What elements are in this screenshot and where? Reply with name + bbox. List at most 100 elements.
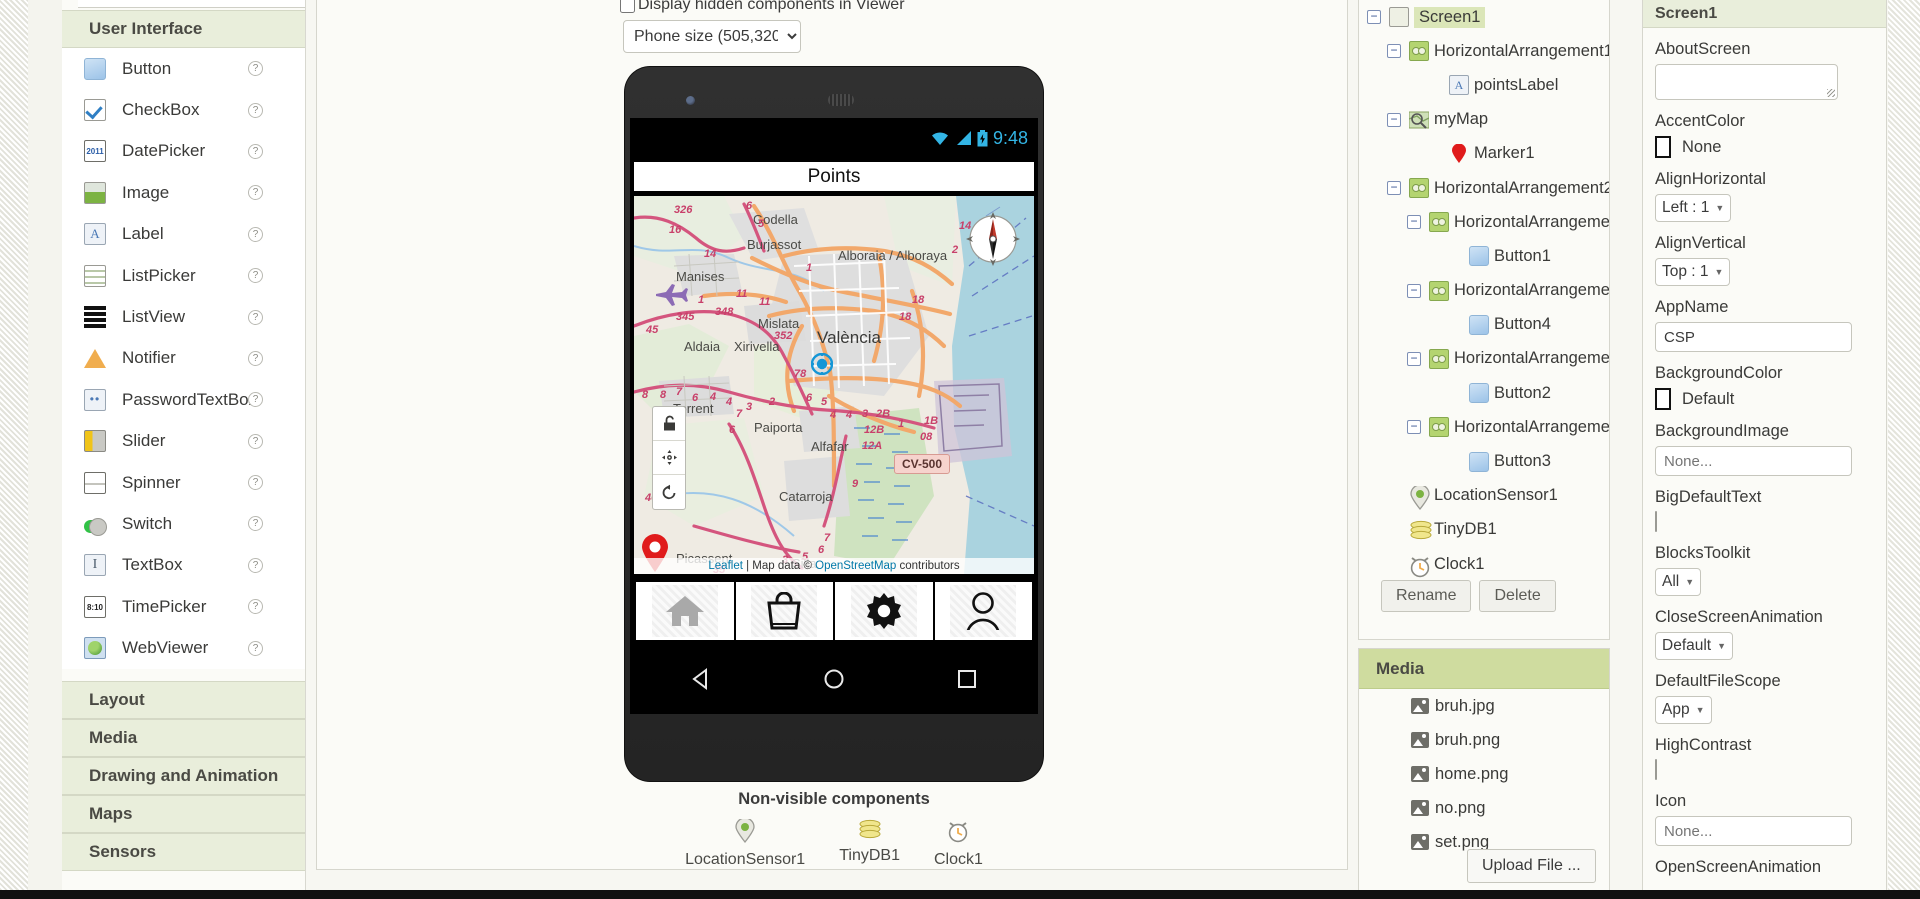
- recents-square-icon[interactable]: [956, 668, 978, 690]
- tree-toggle-icon[interactable]: −: [1387, 112, 1401, 127]
- color-swatch[interactable]: [1655, 388, 1671, 410]
- map-component[interactable]: Godella Burjassot Alboraia / Alboraya Manis…: [634, 196, 1034, 574]
- lock-icon[interactable]: [653, 407, 685, 441]
- leaflet-link[interactable]: Leaflet: [708, 560, 743, 572]
- palette-item-slider[interactable]: Slider?: [62, 421, 305, 462]
- tree-node-horizontalarrangement2[interactable]: − HorizontalArrangement2: [1359, 171, 1609, 205]
- help-icon[interactable]: ?: [248, 392, 263, 408]
- media-file-home-png[interactable]: home.png: [1359, 757, 1609, 791]
- tree-node-button2[interactable]: Button2: [1359, 376, 1609, 410]
- palette-section-maps[interactable]: Maps: [62, 795, 305, 833]
- help-icon[interactable]: ?: [248, 516, 263, 532]
- media-file-no-png[interactable]: no.png: [1359, 791, 1609, 825]
- palette-item-timepicker[interactable]: 8:10 TimePicker?: [62, 586, 305, 627]
- property-input[interactable]: [1655, 816, 1852, 846]
- tree-node-horizontalarrangemen[interactable]: − HorizontalArrangemen: [1359, 342, 1609, 376]
- tree-toggle-icon[interactable]: −: [1407, 283, 1421, 298]
- media-file-bruh-jpg[interactable]: bruh.jpg: [1359, 689, 1609, 723]
- profile-button[interactable]: [934, 582, 1032, 640]
- help-icon[interactable]: ?: [248, 143, 263, 159]
- tree-toggle-icon[interactable]: −: [1387, 44, 1401, 59]
- display-hidden-components-row[interactable]: Display hidden components in Viewer: [620, 0, 905, 14]
- back-icon[interactable]: [690, 668, 712, 690]
- property-input[interactable]: [1655, 322, 1852, 352]
- property-textarea[interactable]: [1655, 64, 1838, 100]
- help-icon[interactable]: ?: [248, 433, 263, 449]
- palette-section-media[interactable]: Media: [62, 719, 305, 757]
- palette-item-button[interactable]: Button?: [62, 48, 305, 89]
- property-select[interactable]: Top : 1 ▼: [1655, 258, 1731, 286]
- tree-node-tinydb1[interactable]: TinyDB1: [1359, 513, 1609, 547]
- media-file-bruh-png[interactable]: bruh.png: [1359, 723, 1609, 757]
- tree-toggle-icon[interactable]: −: [1387, 181, 1401, 196]
- reset-icon[interactable]: [653, 475, 685, 509]
- help-icon[interactable]: ?: [248, 475, 263, 491]
- tree-node-clock1[interactable]: Clock1: [1359, 547, 1609, 581]
- tree-node-screen1[interactable]: − Screen1: [1359, 0, 1609, 34]
- pan-icon[interactable]: [653, 441, 685, 475]
- tree-node-horizontalarrangemen[interactable]: − HorizontalArrangemen: [1359, 205, 1609, 239]
- tree-node-pointslabel[interactable]: ApointsLabel: [1359, 68, 1609, 102]
- property-checkbox[interactable]: [1655, 759, 1657, 780]
- non-visible-item-clock1[interactable]: Clock1: [934, 819, 983, 869]
- palette-item-passwordtextbox[interactable]: •• PasswordTextBox?: [62, 379, 305, 420]
- tree-toggle-icon[interactable]: −: [1367, 10, 1381, 25]
- home-circle-icon[interactable]: [823, 668, 845, 690]
- rename-button[interactable]: Rename: [1381, 580, 1472, 612]
- openstreetmap-link[interactable]: OpenStreetMap: [815, 560, 896, 572]
- tree-toggle-icon[interactable]: −: [1407, 215, 1421, 230]
- help-icon[interactable]: ?: [248, 557, 263, 573]
- color-swatch[interactable]: [1655, 136, 1671, 158]
- tree-node-locationsensor1[interactable]: LocationSensor1: [1359, 479, 1609, 513]
- palette-item-label[interactable]: A Label?: [62, 214, 305, 255]
- tree-node-button1[interactable]: Button1: [1359, 239, 1609, 273]
- palette-item-image[interactable]: Image?: [62, 172, 305, 213]
- tree-node-horizontalarrangemen[interactable]: − HorizontalArrangemen: [1359, 274, 1609, 308]
- tree-node-horizontalarrangement1[interactable]: − HorizontalArrangement1: [1359, 34, 1609, 68]
- palette-item-checkbox[interactable]: CheckBox?: [62, 89, 305, 130]
- map-controls[interactable]: [652, 406, 686, 510]
- home-button[interactable]: [636, 582, 736, 640]
- settings-button[interactable]: [835, 582, 935, 640]
- help-icon[interactable]: ?: [248, 102, 263, 118]
- delete-button[interactable]: Delete: [1479, 580, 1556, 612]
- help-icon[interactable]: ?: [248, 350, 263, 366]
- tree-toggle-icon[interactable]: −: [1407, 420, 1421, 435]
- help-icon[interactable]: ?: [248, 599, 263, 615]
- property-input[interactable]: [1655, 446, 1852, 476]
- non-visible-item-locationsensor1[interactable]: LocationSensor1: [685, 817, 805, 869]
- palette-item-textbox[interactable]: I TextBox?: [62, 545, 305, 586]
- palette-section-user-interface[interactable]: User Interface: [62, 10, 305, 48]
- tree-toggle-icon[interactable]: −: [1407, 351, 1421, 366]
- palette-item-spinner[interactable]: Spinner?: [62, 462, 305, 503]
- non-visible-item-tinydb1[interactable]: TinyDB1: [839, 819, 900, 869]
- palette-item-listpicker[interactable]: ListPicker?: [62, 255, 305, 296]
- help-icon[interactable]: ?: [248, 185, 263, 201]
- palette-item-webviewer[interactable]: WebViewer?: [62, 627, 305, 668]
- tree-node-button3[interactable]: Button3: [1359, 444, 1609, 478]
- palette-item-listview[interactable]: ListView?: [62, 296, 305, 337]
- tree-node-mymap[interactable]: − myMap: [1359, 103, 1609, 137]
- property-select[interactable]: All ▼: [1655, 568, 1702, 596]
- tree-node-button4[interactable]: Button4: [1359, 308, 1609, 342]
- help-icon[interactable]: ?: [248, 61, 263, 77]
- property-select[interactable]: App ▼: [1655, 696, 1712, 724]
- help-icon[interactable]: ?: [248, 309, 263, 325]
- help-icon[interactable]: ?: [248, 268, 263, 284]
- property-checkbox[interactable]: [1655, 511, 1657, 532]
- viewer-size-select[interactable]: Phone size (505,320)Tablet size (675,480…: [623, 20, 801, 53]
- property-select[interactable]: Left : 1 ▼: [1655, 194, 1732, 222]
- tree-node-horizontalarrangemen[interactable]: − HorizontalArrangemen: [1359, 410, 1609, 444]
- palette-section-layout[interactable]: Layout: [62, 681, 305, 719]
- palette-item-notifier[interactable]: Notifier?: [62, 338, 305, 379]
- palette-section-sensors[interactable]: Sensors: [62, 833, 305, 871]
- help-icon[interactable]: ?: [248, 640, 263, 656]
- palette-item-switch[interactable]: Switch?: [62, 503, 305, 544]
- tree-node-marker1[interactable]: Marker1: [1359, 137, 1609, 171]
- palette-section-drawing-and-animation[interactable]: Drawing and Animation: [62, 757, 305, 795]
- compass-icon[interactable]: [964, 210, 1022, 268]
- help-icon[interactable]: ?: [248, 226, 263, 242]
- display-hidden-components-checkbox[interactable]: [620, 0, 635, 13]
- bag-button[interactable]: [735, 582, 835, 640]
- property-select[interactable]: Default ▼: [1655, 632, 1734, 660]
